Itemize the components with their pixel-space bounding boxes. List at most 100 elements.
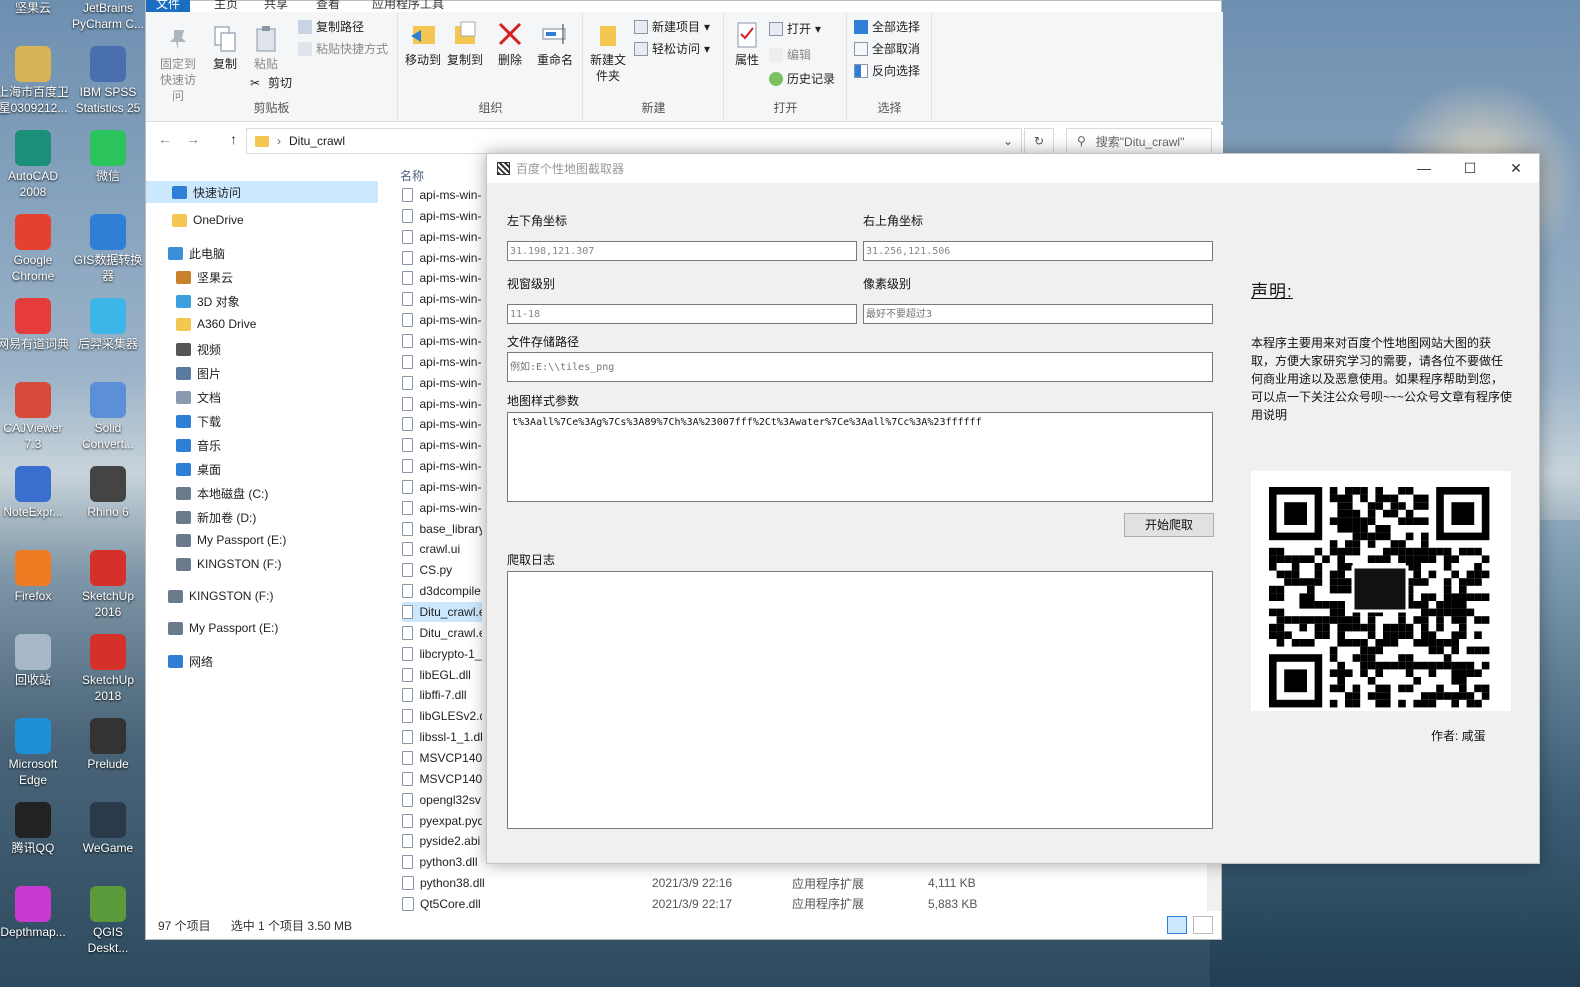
chevron-down-icon[interactable]: ⌄ (1003, 134, 1013, 148)
desktop-icon[interactable]: 坚果云 (0, 0, 69, 16)
desktop-icon[interactable]: Solid Convert... (72, 382, 144, 452)
nav-item[interactable]: 此电脑 (168, 245, 225, 262)
delete-button[interactable]: 删除 (493, 20, 527, 68)
forward-arrow-icon[interactable]: → (186, 131, 200, 147)
properties-button[interactable]: 属性 (729, 20, 765, 68)
nav-item[interactable]: 本地磁盘 (C:) (176, 485, 268, 502)
file-row[interactable]: d3dcompile (402, 581, 482, 601)
file-row[interactable]: api-ms-win- (402, 394, 482, 414)
maximize-icon[interactable]: ☐ (1447, 154, 1493, 183)
copy-button[interactable]: 复制 (208, 24, 242, 72)
tab-view[interactable]: 查看 (316, 0, 340, 12)
file-row[interactable]: api-ms-win- (402, 310, 482, 330)
desktop-icon[interactable]: 腾讯QQ (0, 802, 69, 856)
refresh-icon[interactable]: ↻ (1024, 128, 1054, 154)
tab-home[interactable]: 主页 (214, 0, 238, 12)
nav-item[interactable]: A360 Drive (176, 317, 256, 331)
desktop-icon[interactable]: NoteExpr... (0, 466, 69, 520)
column-header-name[interactable]: 名称 (400, 167, 424, 184)
zoom-level-input[interactable] (507, 304, 857, 324)
invert-selection-button[interactable]: 反向选择 (854, 62, 920, 79)
file-row[interactable]: api-ms-win- (402, 185, 482, 205)
nav-item[interactable]: 音乐 (176, 437, 221, 454)
nav-item[interactable]: My Passport (E:) (168, 621, 278, 635)
file-row[interactable]: opengl32sv (402, 790, 482, 810)
desktop-icon[interactable]: Firefox (0, 550, 69, 604)
file-row[interactable]: api-ms-win- (402, 268, 482, 288)
file-row[interactable]: MSVCP140. (402, 748, 482, 768)
desktop-icon[interactable]: 上海市百度卫星0309212... (0, 46, 69, 116)
desktop-icon[interactable]: CAJViewer 7.3 (0, 382, 69, 452)
start-crawl-button[interactable]: 开始爬取 (1124, 513, 1214, 537)
desktop-icon[interactable]: 后羿采集器 (72, 298, 144, 352)
file-row[interactable]: CS.py (402, 560, 482, 580)
desktop-icon[interactable]: AutoCAD 2008 (0, 130, 69, 200)
file-row[interactable]: api-ms-win- (402, 414, 482, 434)
new-folder-button[interactable]: 新建文件夹 (588, 20, 628, 84)
file-row[interactable]: api-ms-win- (402, 248, 482, 268)
nav-item[interactable]: My Passport (E:) (176, 533, 286, 547)
file-row[interactable]: api-ms-win- (402, 477, 482, 497)
nav-item[interactable]: 坚果云 (176, 269, 233, 286)
pixel-level-input[interactable] (863, 304, 1213, 324)
open-button[interactable]: 打开 ▾ (769, 20, 821, 37)
file-row[interactable]: api-ms-win- (402, 227, 482, 247)
nav-item[interactable]: 文档 (176, 389, 221, 406)
desktop-icon[interactable]: IBM SPSS Statistics 25 (72, 46, 144, 116)
file-row[interactable]: api-ms-win- (402, 456, 482, 476)
desktop-icon[interactable]: Microsoft Edge (0, 718, 69, 788)
desktop-icon[interactable]: GIS数据转换器 (72, 214, 144, 284)
nav-item[interactable]: 新加卷 (D:) (176, 509, 256, 526)
nav-item[interactable]: 视频 (176, 341, 221, 358)
file-row[interactable]: libssl-1_1.dl (402, 727, 482, 747)
tab-share[interactable]: 共享 (264, 0, 288, 12)
file-row[interactable]: api-ms-win- (402, 289, 482, 309)
nav-item[interactable]: KINGSTON (F:) (168, 589, 273, 603)
minimize-icon[interactable]: — (1401, 154, 1447, 183)
select-none-button[interactable]: 全部取消 (854, 40, 920, 57)
desktop-icon[interactable]: JetBrains PyCharm C... (72, 0, 144, 32)
paste-button[interactable]: 粘贴 (246, 24, 286, 72)
tab-file[interactable]: 文件 (146, 0, 191, 12)
save-path-input[interactable] (507, 352, 1213, 382)
paste-shortcut-button[interactable]: 粘贴快捷方式 (298, 40, 388, 57)
nav-item[interactable]: 下载 (176, 413, 221, 430)
file-row[interactable]: api-ms-win- (402, 498, 482, 518)
file-row[interactable]: api-ms-win- (402, 373, 482, 393)
nav-item[interactable]: 网络 (168, 653, 213, 670)
desktop-icon[interactable]: SketchUp 2016 (72, 550, 144, 620)
file-row[interactable]: api-ms-win- (402, 206, 482, 226)
address-path-box[interactable]: › Ditu_crawl ⌄ (246, 128, 1022, 154)
desktop-icon[interactable]: Prelude (72, 718, 144, 772)
file-row[interactable]: MSVCP140_ (402, 769, 482, 789)
file-row[interactable]: api-ms-win- (402, 435, 482, 455)
file-row[interactable]: Ditu_crawl.e (402, 602, 482, 622)
move-to-button[interactable]: 移动到 (403, 20, 443, 68)
history-button[interactable]: 历史记录 (769, 70, 835, 87)
file-row[interactable]: base_library (402, 519, 482, 539)
nav-item[interactable]: KINGSTON (F:) (176, 557, 281, 571)
select-all-button[interactable]: 全部选择 (854, 18, 920, 35)
desktop-icon[interactable]: QGIS Deskt... (72, 886, 144, 956)
rename-button[interactable]: 重命名 (533, 20, 577, 68)
desktop-icon[interactable]: 微信 (72, 130, 144, 184)
nav-item[interactable]: 图片 (176, 365, 221, 382)
pin-quick-access-button[interactable]: 固定到快速访问 (150, 24, 206, 104)
large-icons-view-icon[interactable] (1193, 916, 1213, 934)
desktop-icon[interactable]: Google Chrome (0, 214, 69, 284)
copy-path-button[interactable]: 复制路径 (298, 18, 364, 35)
desktop-icon[interactable]: 网易有道词典 (0, 298, 69, 352)
edit-button[interactable]: 编辑 (769, 46, 811, 63)
cut-button[interactable]: ✂ 剪切 (250, 74, 292, 91)
desktop-icon[interactable]: Depthmap... (0, 886, 69, 940)
upper-right-input[interactable] (863, 241, 1213, 261)
file-row[interactable]: python38.dll 2021/3/9 22:16 应用程序扩展 4,111 KB (402, 873, 1002, 893)
up-arrow-icon[interactable]: ↑ (230, 131, 237, 147)
file-row[interactable]: python3.dll (402, 852, 482, 872)
copy-to-button[interactable]: 复制到 (445, 20, 485, 68)
nav-item[interactable]: 3D 对象 (176, 293, 240, 310)
desktop-icon[interactable]: SketchUp 2018 (72, 634, 144, 704)
file-row[interactable]: crawl.ui (402, 539, 482, 559)
search-box[interactable]: ⚲ 搜索"Ditu_crawl" (1066, 128, 1212, 154)
file-row[interactable]: libcrypto-1_ (402, 644, 482, 664)
